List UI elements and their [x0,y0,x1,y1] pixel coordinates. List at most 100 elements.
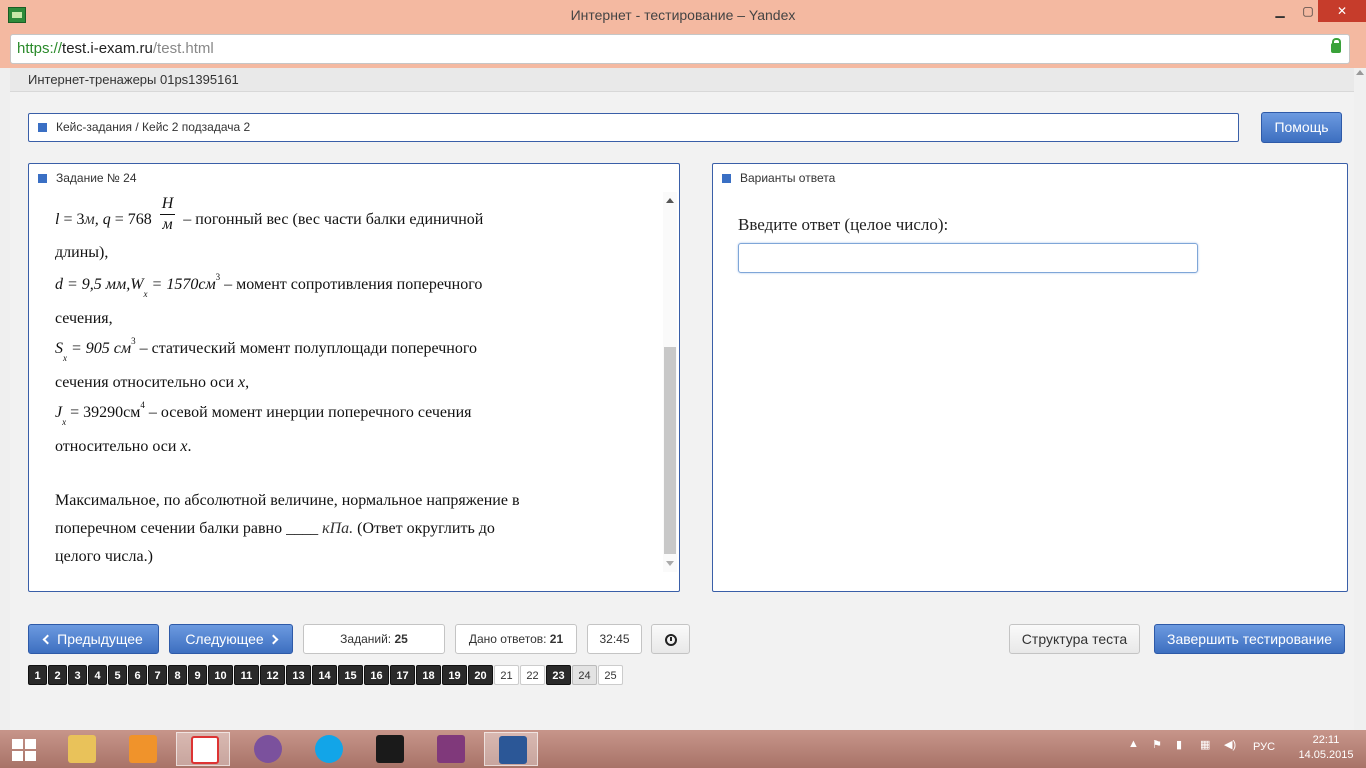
pager-item-24[interactable]: 24 [572,665,597,685]
answer-label: Введите ответ (целое число): [738,215,949,234]
math-j-eq: = 39290см [66,404,141,421]
pager-item-13[interactable]: 13 [286,665,311,685]
file-explorer-icon[interactable] [54,732,108,766]
previous-label: Предыдущее [57,631,143,647]
previous-button[interactable]: Предыдущее [28,624,159,654]
question-text-2a: поперечном сечении балки равно ____ [55,520,323,537]
pager-item-9[interactable]: 9 [188,665,207,685]
taskbar: ▲ ⚑ ▮ ▦ ◀) РУС 22:11 14.05.2015 [0,730,1366,768]
task-heading: Задание № 24 [38,171,137,185]
pager-item-10[interactable]: 10 [208,665,233,685]
viber-icon[interactable] [240,732,294,766]
windows-start-icon[interactable] [12,739,36,761]
pager-item-11[interactable]: 11 [234,665,259,685]
url-host: test.i-exam.ru [62,40,153,57]
pager-item-6[interactable]: 6 [128,665,147,685]
yandex-browser-icon[interactable] [176,732,230,766]
pager-item-1[interactable]: 1 [28,665,47,685]
minimize-button[interactable]: ▁ [1265,0,1295,22]
system-clock[interactable]: 22:11 14.05.2015 [1296,733,1356,763]
math-d-sub: x [143,289,148,299]
skype-icon[interactable] [301,732,355,766]
task-text-7: – осевой момент инерции поперечного сече… [144,404,472,421]
finish-test-button[interactable]: Завершить тестирование [1154,624,1345,654]
pager-item-15[interactable]: 15 [338,665,363,685]
task-heading-text: Задание № 24 [56,171,137,185]
math-q: , q [94,211,111,229]
math-d-eq: = 1570см [147,276,216,293]
page-scrollbar[interactable] [1354,68,1366,730]
task-text-6-tail: , [245,374,250,391]
pager-item-3[interactable]: 3 [68,665,87,685]
math-x: x [180,438,188,455]
math-l-eq: = 3 [59,211,85,229]
timer-toggle-button[interactable] [651,624,690,654]
address-bar[interactable]: https://test.i-exam.ru/test.html [10,34,1350,64]
math-d-sup: 3 [215,272,221,282]
next-button[interactable]: Следующее [169,624,293,654]
pager-item-17[interactable]: 17 [390,665,415,685]
answers-count-badge: Дано ответов: 21 [455,624,577,654]
math-s-sub: x [63,353,67,363]
math-s: S [55,340,63,357]
language-indicator[interactable]: РУС [1253,741,1275,753]
math-d: d = 9,5 мм,W [55,276,144,293]
scroll-up-arrow-icon[interactable] [1356,70,1364,75]
question-text-2b: (Ответ округлить до [353,520,495,537]
math-s-eq: = 905 см [67,340,132,357]
odnoklassniki-icon[interactable] [115,732,169,766]
fraction-n-per-m: Нм [159,194,176,235]
pager-item-20[interactable]: 20 [468,665,493,685]
tasks-count-badge: Заданий: 25 [303,624,445,654]
page-header-title: Интернет-тренажеры 01ps1395161 [28,72,239,87]
scroll-up-icon[interactable] [666,198,674,203]
tasks-count-label: Заданий: [340,632,392,646]
page-header: Интернет-тренажеры 01ps1395161 [10,68,1354,92]
lock-icon[interactable] [1331,38,1341,53]
pager-item-18[interactable]: 18 [416,665,441,685]
galaxy-game-icon[interactable] [362,732,416,766]
pager-item-25[interactable]: 25 [598,665,623,685]
test-structure-button[interactable]: Структура теста [1009,624,1140,654]
power-icon[interactable]: ▮ [1176,738,1182,751]
onenote-icon[interactable] [423,732,477,766]
pager-item-14[interactable]: 14 [312,665,337,685]
word-icon[interactable] [484,732,538,766]
help-button[interactable]: Помощь [1261,112,1342,143]
flag-icon[interactable]: ⚑ [1152,738,1162,751]
volume-icon[interactable]: ◀) [1224,738,1236,751]
tasks-count-value: 25 [394,632,408,646]
pager-item-21[interactable]: 21 [494,665,519,685]
title-bar: Интернет - тестирование – Yandex ▁ ▢ ✕ [0,0,1366,31]
answer-heading: Варианты ответа [722,171,835,185]
chevron-right-icon [268,634,279,645]
pager-item-22[interactable]: 22 [520,665,545,685]
task-line-1: l = 3м, q = 768 Нм – погонный вес (вес ч… [55,195,484,241]
scroll-thumb[interactable] [664,347,676,554]
bullet-square-icon [38,123,47,132]
pager-item-7[interactable]: 7 [148,665,167,685]
task-line-3: d = 9,5 мм,Wx = 1570см3 – момент сопроти… [55,272,482,299]
pager-item-16[interactable]: 16 [364,665,389,685]
math-s-sup: 3 [131,336,136,346]
task-text-1: – погонный вес (вес части балки единично… [179,211,484,229]
network-icon[interactable]: ▦ [1200,738,1210,751]
answer-panel: Варианты ответа Введите ответ (целое чис… [712,163,1348,592]
pager-item-19[interactable]: 19 [442,665,467,685]
tray-up-arrow-icon[interactable]: ▲ [1128,738,1139,750]
pager-item-2[interactable]: 2 [48,665,67,685]
question-line-3: целого числа.) [55,548,153,565]
url-protocol: https:// [17,40,63,57]
close-button[interactable]: ✕ [1318,0,1366,22]
pager-item-23[interactable]: 23 [546,665,571,685]
scroll-down-icon[interactable] [666,561,674,566]
question-unit: кПа. [322,520,354,537]
clock-date: 14.05.2015 [1298,749,1354,761]
answer-input[interactable] [738,243,1198,273]
pager-item-4[interactable]: 4 [88,665,107,685]
pager-item-12[interactable]: 12 [260,665,285,685]
pager-item-8[interactable]: 8 [168,665,187,685]
task-text-8: относительно оси [55,438,181,455]
pager-item-5[interactable]: 5 [108,665,127,685]
task-scrollbar[interactable] [663,192,677,572]
